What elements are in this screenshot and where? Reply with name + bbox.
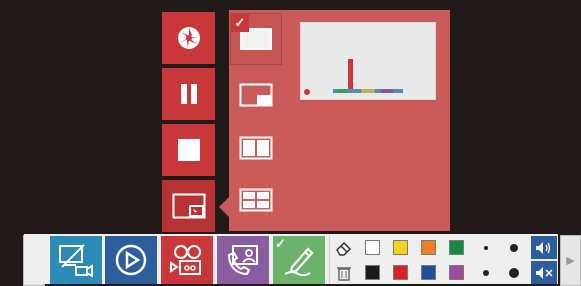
layout-button[interactable] <box>162 180 215 232</box>
phone-contact-tool[interactable] <box>217 236 269 284</box>
volume-button[interactable] <box>531 236 557 259</box>
medium-dot-icon <box>510 243 518 252</box>
small-dot-icon <box>484 245 488 250</box>
layout-option-fullscreen[interactable]: ✓ <box>230 13 282 65</box>
color-orange[interactable] <box>415 236 441 259</box>
pen-size-xlarge[interactable] <box>501 261 527 284</box>
swatch <box>364 265 380 280</box>
color-purple[interactable] <box>443 261 469 284</box>
xlarge-dot-icon <box>509 267 519 278</box>
pip-layout-icon <box>239 83 273 107</box>
large-dot-icon <box>483 269 489 276</box>
record-button[interactable] <box>162 12 215 64</box>
pen-tool[interactable]: ✓ <box>273 236 325 284</box>
chevron-right-icon: ▶ <box>566 255 575 267</box>
toolbar-divider <box>329 236 330 284</box>
trash-icon <box>337 266 351 281</box>
pen-size-medium[interactable] <box>501 236 527 259</box>
pen-icon <box>284 247 314 277</box>
phone-contact-icon <box>227 245 258 276</box>
layout-option-grid[interactable] <box>231 175 281 225</box>
swatch <box>420 265 436 280</box>
clear-button[interactable] <box>331 261 357 284</box>
color-black[interactable] <box>359 261 385 284</box>
color-green[interactable] <box>443 236 469 259</box>
mute-button[interactable] <box>531 261 557 284</box>
swatch <box>448 265 464 280</box>
swatch <box>392 240 408 255</box>
pen-size-small[interactable] <box>473 236 499 259</box>
video-recorder-icon <box>170 245 201 275</box>
eraser-icon <box>336 241 352 256</box>
color-yellow[interactable] <box>387 236 413 259</box>
eraser-button[interactable] <box>331 236 357 259</box>
check-icon: ✓ <box>231 14 249 32</box>
layout-panel: ✓ <box>229 10 450 231</box>
screen-camera-tool[interactable] <box>50 236 102 284</box>
swatch <box>448 240 464 255</box>
play-tool[interactable] <box>105 236 157 284</box>
pen-size-large[interactable] <box>473 261 499 284</box>
grid-layout-icon <box>239 188 273 212</box>
swatch <box>364 240 380 255</box>
speaker-mute-icon <box>536 266 553 279</box>
check-icon: ✓ <box>275 236 286 251</box>
panel-pointer <box>219 197 229 217</box>
pause-button[interactable] <box>162 68 215 120</box>
camera-aperture-icon <box>177 27 200 49</box>
screen-preview <box>300 22 436 100</box>
speaker-on-icon <box>536 241 551 254</box>
pause-icon <box>180 84 197 104</box>
color-white[interactable] <box>359 236 385 259</box>
preview-thumbnail <box>304 59 403 95</box>
color-red[interactable] <box>387 261 413 284</box>
layout-option-pip[interactable] <box>231 70 281 120</box>
stop-icon <box>177 139 200 161</box>
play-circle-icon <box>115 244 147 276</box>
swatch <box>420 240 436 255</box>
layout-icon <box>172 193 205 219</box>
side-by-side-layout-icon <box>239 136 273 160</box>
stop-button[interactable] <box>162 124 215 176</box>
color-blue[interactable] <box>415 261 441 284</box>
camera-recorder-tool[interactable] <box>161 236 213 284</box>
swatch <box>392 265 408 280</box>
screen-camera-icon <box>59 244 93 277</box>
scroll-right-button[interactable]: ▶ <box>560 235 581 286</box>
layout-option-side-by-side[interactable] <box>231 123 281 173</box>
